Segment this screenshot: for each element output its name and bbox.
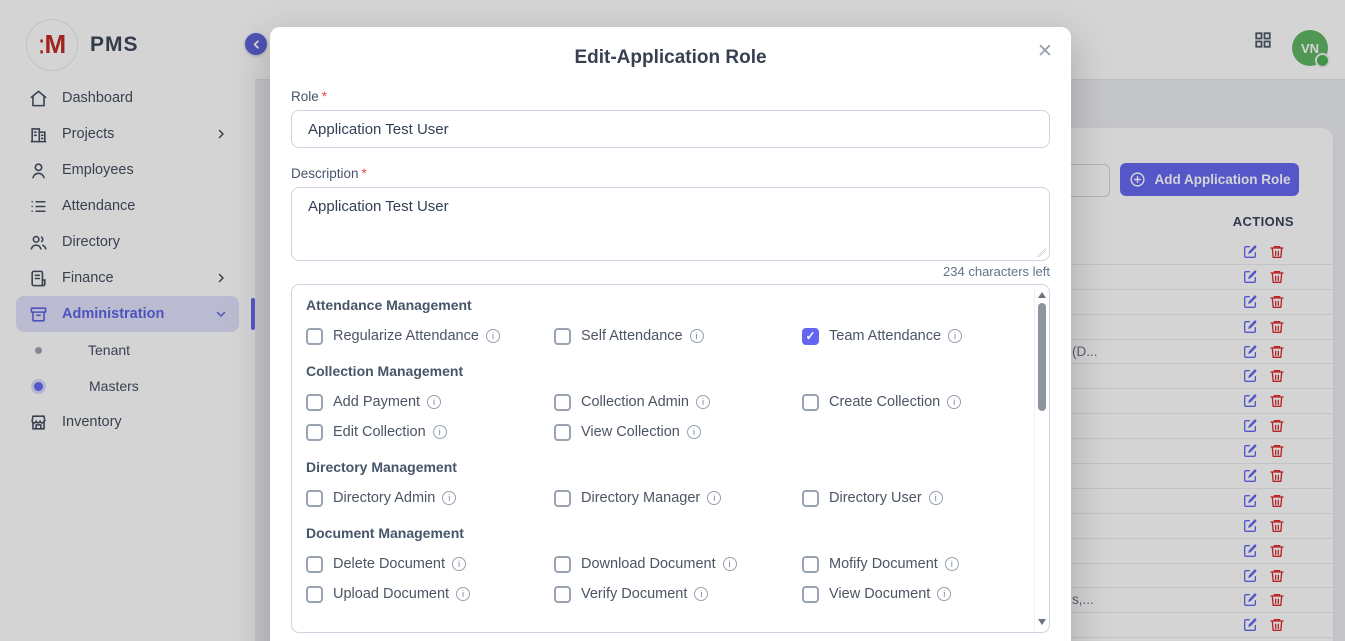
checkbox-label: Directory User bbox=[829, 490, 922, 506]
modal-title: Edit-Application Role bbox=[291, 47, 1050, 71]
checkbox[interactable] bbox=[306, 328, 323, 345]
checkbox-label: Team Attendance bbox=[829, 328, 941, 344]
info-icon[interactable]: i bbox=[427, 395, 441, 409]
edit-application-role-modal: ✕ Edit-Application Role Role* Descriptio… bbox=[270, 27, 1071, 641]
permission-item[interactable]: Download Document i bbox=[554, 553, 802, 575]
info-icon[interactable]: i bbox=[696, 395, 710, 409]
section-title: Attendance Management bbox=[306, 297, 1019, 313]
panel-scrollbar[interactable] bbox=[1034, 286, 1048, 631]
checkbox-label: View Collection bbox=[581, 424, 680, 440]
close-icon[interactable]: ✕ bbox=[1031, 37, 1059, 65]
checkbox-label: Directory Admin bbox=[333, 490, 435, 506]
checkbox[interactable] bbox=[554, 490, 571, 507]
section-title: Directory Management bbox=[306, 459, 1019, 475]
scrollbar-thumb[interactable] bbox=[1038, 303, 1046, 411]
section-title: Collection Management bbox=[306, 363, 1019, 379]
checkbox[interactable] bbox=[306, 394, 323, 411]
required-asterisk: * bbox=[362, 166, 367, 181]
checkbox[interactable] bbox=[802, 328, 819, 345]
info-icon[interactable]: i bbox=[442, 491, 456, 505]
checkbox-label: Download Document bbox=[581, 556, 716, 572]
checkbox[interactable] bbox=[802, 586, 819, 603]
checkbox-label: Verify Document bbox=[581, 586, 687, 602]
checkbox[interactable] bbox=[554, 556, 571, 573]
info-icon[interactable]: i bbox=[433, 425, 447, 439]
checkbox[interactable] bbox=[306, 424, 323, 441]
checkbox-label: Regularize Attendance bbox=[333, 328, 479, 344]
info-icon[interactable]: i bbox=[456, 587, 470, 601]
info-icon[interactable]: i bbox=[937, 587, 951, 601]
permission-item[interactable]: Verify Document i bbox=[554, 583, 802, 605]
scroll-down-icon[interactable] bbox=[1038, 619, 1046, 625]
checkbox[interactable] bbox=[306, 586, 323, 603]
info-icon[interactable]: i bbox=[947, 395, 961, 409]
checkbox-label: Mofify Document bbox=[829, 556, 938, 572]
permission-item[interactable]: Add Payment i bbox=[306, 391, 554, 413]
permission-item[interactable]: Regularize Attendance i bbox=[306, 325, 554, 347]
checkbox[interactable] bbox=[306, 490, 323, 507]
permission-item[interactable]: Team Attendance i bbox=[802, 325, 1019, 347]
permission-item[interactable]: Upload Document i bbox=[306, 583, 554, 605]
checkbox-label: Edit Collection bbox=[333, 424, 426, 440]
scroll-up-icon[interactable] bbox=[1038, 292, 1046, 298]
permission-item[interactable]: Mofify Document i bbox=[802, 553, 1019, 575]
checkbox[interactable] bbox=[554, 328, 571, 345]
checkbox[interactable] bbox=[802, 394, 819, 411]
required-asterisk: * bbox=[322, 89, 327, 104]
info-icon[interactable]: i bbox=[945, 557, 959, 571]
checkbox-label: View Document bbox=[829, 586, 930, 602]
permission-item[interactable]: Delete Document i bbox=[306, 553, 554, 575]
permission-item[interactable]: Edit Collection i bbox=[306, 421, 554, 443]
characters-left-counter: 234 characters left bbox=[291, 264, 1050, 280]
section-title: Document Management bbox=[306, 525, 1019, 541]
checkbox[interactable] bbox=[554, 394, 571, 411]
permission-item[interactable]: View Document i bbox=[802, 583, 1019, 605]
role-field-label: Role* bbox=[291, 89, 1050, 104]
info-icon[interactable]: i bbox=[694, 587, 708, 601]
permission-item[interactable]: Create Collection i bbox=[802, 391, 1019, 413]
checkbox-label: Upload Document bbox=[333, 586, 449, 602]
info-icon[interactable]: i bbox=[687, 425, 701, 439]
checkbox[interactable] bbox=[554, 424, 571, 441]
info-icon[interactable]: i bbox=[929, 491, 943, 505]
description-field-label: Description* bbox=[291, 166, 1050, 181]
permission-item[interactable]: Directory User i bbox=[802, 487, 1019, 509]
checkbox[interactable] bbox=[802, 556, 819, 573]
checkbox-label: Create Collection bbox=[829, 394, 940, 410]
role-input[interactable] bbox=[291, 110, 1050, 148]
checkbox[interactable] bbox=[306, 556, 323, 573]
description-label-text: Description bbox=[291, 166, 359, 181]
permission-item[interactable]: View Collection i bbox=[554, 421, 802, 443]
checkbox-label: Directory Manager bbox=[581, 490, 700, 506]
info-icon[interactable]: i bbox=[948, 329, 962, 343]
permission-item[interactable]: Directory Admin i bbox=[306, 487, 554, 509]
description-textarea[interactable]: Application Test User bbox=[291, 187, 1050, 261]
info-icon[interactable]: i bbox=[723, 557, 737, 571]
permission-grid: Regularize Attendance i Self Attendance … bbox=[306, 325, 1019, 347]
permission-grid: Add Payment i Collection Admin i Create … bbox=[306, 391, 1019, 443]
checkbox-label: Delete Document bbox=[333, 556, 445, 572]
checkbox-label: Self Attendance bbox=[581, 328, 683, 344]
info-icon[interactable]: i bbox=[690, 329, 704, 343]
checkbox-label: Collection Admin bbox=[581, 394, 689, 410]
permission-grid: Delete Document i Download Document i Mo… bbox=[306, 553, 1019, 605]
checkbox-label: Add Payment bbox=[333, 394, 420, 410]
checkbox[interactable] bbox=[554, 586, 571, 603]
permission-item[interactable]: Self Attendance i bbox=[554, 325, 802, 347]
permission-item[interactable]: Directory Manager i bbox=[554, 487, 802, 509]
info-icon[interactable]: i bbox=[452, 557, 466, 571]
permission-item[interactable]: Collection Admin i bbox=[554, 391, 802, 413]
permissions-panel: Attendance Management Regularize Attenda… bbox=[291, 284, 1050, 633]
permission-grid: Directory Admin i Directory Manager i Di… bbox=[306, 487, 1019, 509]
info-icon[interactable]: i bbox=[486, 329, 500, 343]
checkbox[interactable] bbox=[802, 490, 819, 507]
role-label-text: Role bbox=[291, 89, 319, 104]
info-icon[interactable]: i bbox=[707, 491, 721, 505]
